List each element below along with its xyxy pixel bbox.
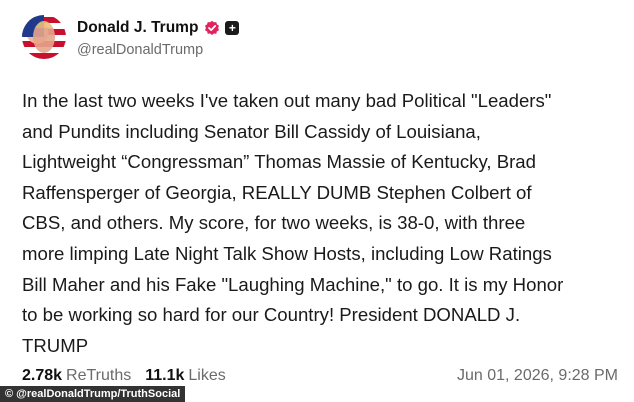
author-display-name[interactable]: Donald J. Trump	[77, 19, 198, 37]
author-block: Donald J. Trump + @realDonaldTrump	[77, 17, 240, 58]
image-credit-watermark: © @realDonaldTrump/TruthSocial	[0, 386, 186, 402]
retruths-count[interactable]: 2.78k	[22, 367, 62, 385]
author-handle[interactable]: @realDonaldTrump	[77, 42, 239, 58]
truth-post: Donald J. Trump + @realDonaldTrump In th…	[0, 0, 634, 402]
likes-count[interactable]: 11.1k	[145, 367, 184, 385]
post-header: Donald J. Trump + @realDonaldTrump	[22, 12, 240, 62]
post-body-text: In the last two weeks I've taken out man…	[22, 90, 564, 356]
avatar[interactable]	[22, 15, 66, 59]
avatar-face	[33, 21, 55, 53]
verified-badge-icon	[205, 20, 220, 35]
plus-badge-icon: +	[225, 20, 240, 35]
name-row: Donald J. Trump +	[77, 17, 240, 39]
post-timestamp[interactable]: Jun 01, 2026, 9:28 PM	[457, 367, 618, 385]
retruths-label[interactable]: ReTruths	[66, 367, 131, 385]
post-stats-bar: 2.78k ReTruths 11.1k Likes Jun 01, 2026,…	[22, 364, 618, 388]
likes-label[interactable]: Likes	[188, 367, 225, 385]
